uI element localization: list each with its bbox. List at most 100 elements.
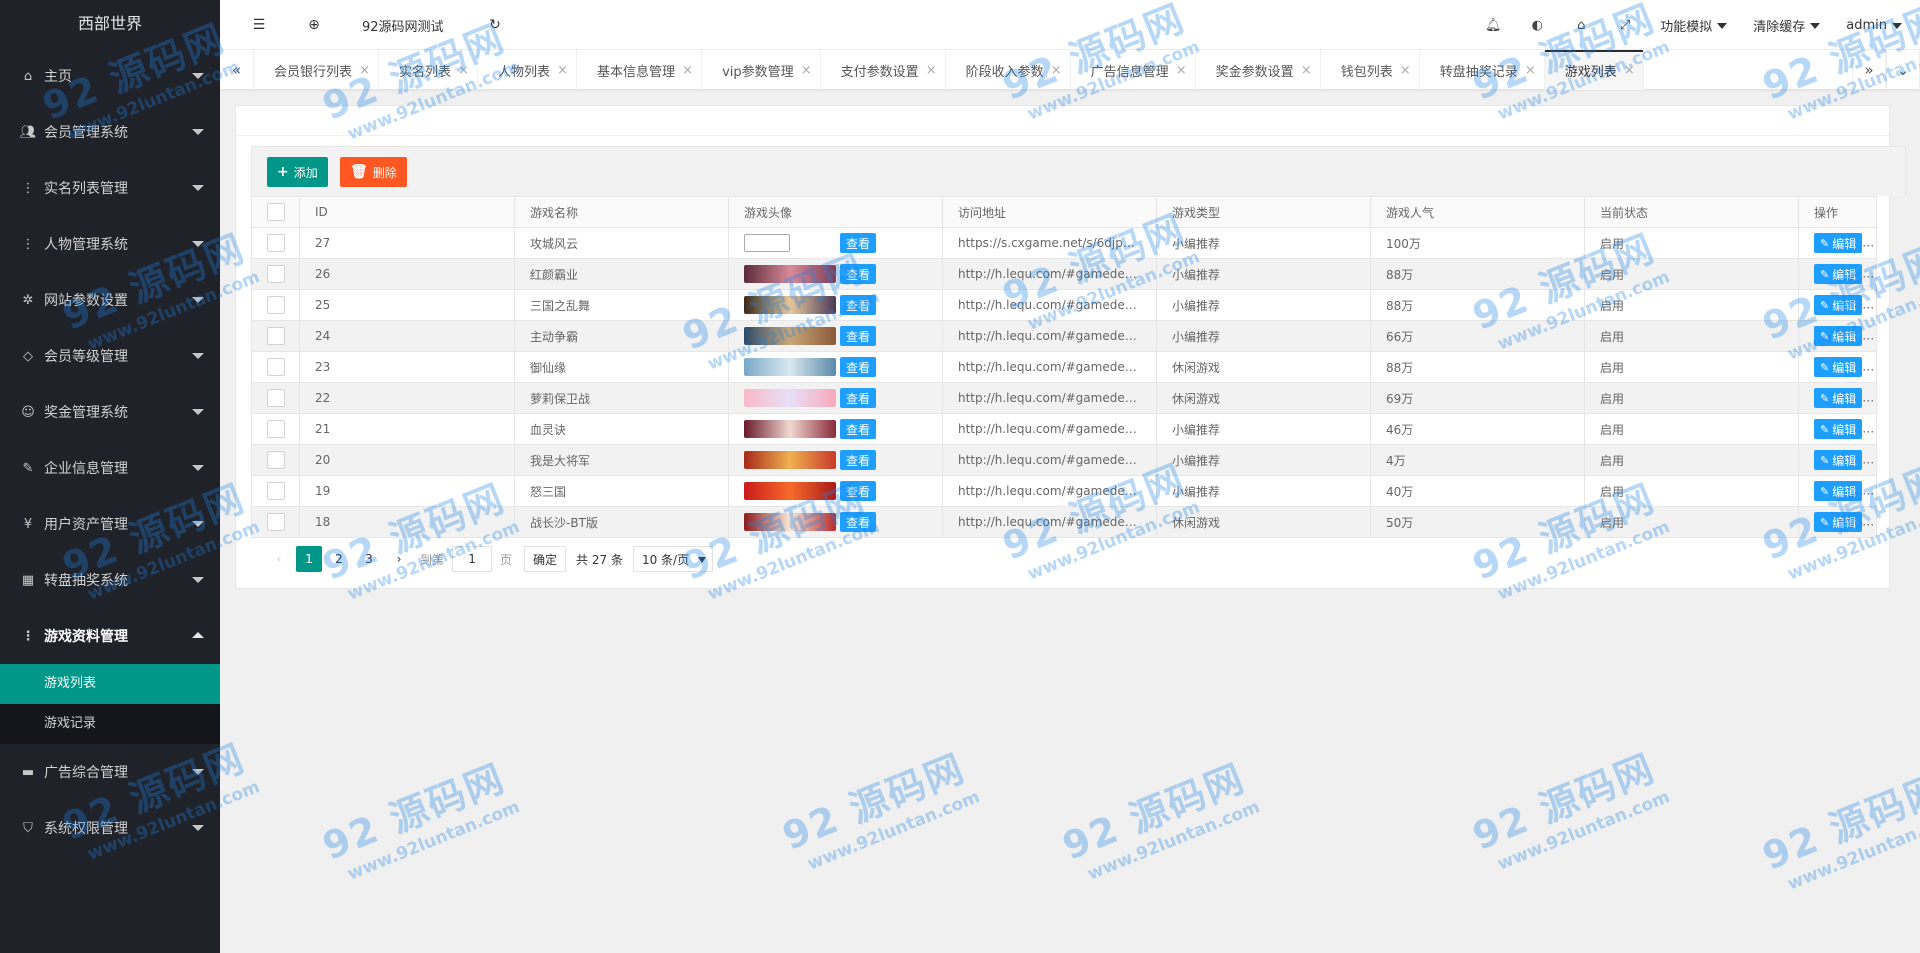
per-page-select[interactable]: 10 条/页 bbox=[632, 546, 713, 572]
edit-button[interactable]: ✎ 编辑 bbox=[1814, 295, 1863, 315]
sidebar-item[interactable]: ◇ 会员等级管理 bbox=[0, 328, 220, 384]
row-checkbox[interactable] bbox=[266, 234, 285, 252]
sidebar-item[interactable]: ✎ 企业信息管理 bbox=[0, 440, 220, 496]
tab-bar: « 会员银行列表 × 实名列表 × 人物列表 × 基本信息管理 × vip参数管理 × 支付参数设置… bbox=[220, 50, 1920, 90]
close-icon[interactable]: × bbox=[1176, 63, 1187, 78]
edit-button[interactable]: ✎ 编辑 bbox=[1814, 264, 1863, 284]
tab[interactable]: 广告信息管理 × bbox=[1071, 50, 1196, 90]
page-number[interactable]: 2 bbox=[326, 546, 352, 572]
sidebar-item[interactable]: 👥︎ 会员管理系统 bbox=[0, 104, 220, 160]
edit-button[interactable]: ✎ 编辑 bbox=[1814, 233, 1863, 253]
tab[interactable]: 基本信息管理 × bbox=[577, 50, 703, 90]
row-checkbox[interactable] bbox=[266, 296, 285, 314]
sidebar-subitem[interactable]: 游戏列表 bbox=[0, 664, 220, 704]
tab[interactable]: 会员银行列表 × bbox=[254, 50, 380, 90]
next-page-icon[interactable]: › bbox=[386, 546, 412, 572]
fullscreen-icon[interactable]: ⤢ bbox=[1616, 17, 1634, 35]
add-button[interactable]: + 添加 bbox=[267, 157, 328, 187]
row-select-cell bbox=[251, 227, 300, 259]
close-icon[interactable]: × bbox=[1525, 63, 1536, 78]
close-icon[interactable]: × bbox=[801, 63, 812, 78]
close-icon[interactable]: × bbox=[682, 63, 693, 78]
page-number[interactable]: 1 bbox=[296, 546, 322, 572]
close-icon[interactable]: × bbox=[458, 63, 469, 78]
row-checkbox[interactable] bbox=[266, 513, 285, 531]
menu-toggle-icon[interactable]: ☰ bbox=[250, 16, 268, 34]
row-checkbox[interactable] bbox=[266, 389, 285, 407]
sidebar-item[interactable]: ⌂ 主页 bbox=[0, 48, 220, 104]
tab[interactable]: 转盘抽奖记录 × bbox=[1420, 50, 1545, 90]
cell-url: http://h.lequ.com/#gamedetail_... bbox=[942, 289, 1157, 321]
sidebar-item[interactable]: ☺ 奖金管理系统 bbox=[0, 384, 220, 440]
edit-button[interactable]: ✎ 编辑 bbox=[1814, 481, 1863, 501]
tab[interactable]: 人物列表 × bbox=[478, 50, 578, 90]
function-menu[interactable]: 功能模拟 bbox=[1660, 16, 1728, 35]
tab[interactable]: 奖金参数设置 × bbox=[1196, 50, 1321, 90]
view-button[interactable]: 查看 bbox=[840, 295, 877, 315]
row-checkbox[interactable] bbox=[266, 482, 285, 500]
goto-page-input[interactable] bbox=[452, 546, 493, 572]
close-icon[interactable]: × bbox=[359, 63, 370, 78]
row-checkbox[interactable] bbox=[266, 358, 285, 376]
select-all-checkbox[interactable] bbox=[266, 203, 285, 221]
globe-icon[interactable]: ⊕ bbox=[305, 16, 323, 34]
delete-button[interactable]: 🗑︎ 删除 bbox=[340, 157, 407, 187]
user-menu[interactable]: admin bbox=[1846, 18, 1902, 33]
sidebar-item[interactable]: ¥ 用户资产管理 bbox=[0, 496, 220, 552]
goto-confirm-button[interactable]: 确定 bbox=[524, 546, 567, 572]
edit-button[interactable]: ✎ 编辑 bbox=[1814, 326, 1863, 346]
view-button[interactable]: 查看 bbox=[840, 233, 877, 253]
tag-icon[interactable]: ⌂ bbox=[1572, 17, 1590, 35]
edit-button[interactable]: ✎ 编辑 bbox=[1814, 419, 1863, 439]
edit-button-label: 编辑 bbox=[1832, 484, 1857, 499]
close-icon[interactable]: × bbox=[1051, 63, 1062, 78]
tabs-menu-icon[interactable]: ⌄ bbox=[1886, 50, 1920, 90]
sidebar-item[interactable]: ⋮ 实名列表管理 bbox=[0, 160, 220, 216]
view-button[interactable]: 查看 bbox=[840, 388, 877, 408]
edit-button[interactable]: ✎ 编辑 bbox=[1814, 512, 1863, 532]
site-title[interactable]: 92源码网测试 bbox=[362, 16, 444, 35]
view-button[interactable]: 查看 bbox=[840, 357, 877, 377]
tabs-scroll-left-icon[interactable]: « bbox=[220, 50, 254, 90]
sidebar-item[interactable]: ⛉ 系统权限管理 bbox=[0, 800, 220, 856]
sidebar-subitem[interactable]: 游戏记录 bbox=[0, 704, 220, 744]
view-button[interactable]: 查看 bbox=[840, 264, 877, 284]
row-checkbox[interactable] bbox=[266, 327, 285, 345]
tab[interactable]: 钱包列表 × bbox=[1321, 50, 1420, 90]
view-button[interactable]: 查看 bbox=[840, 419, 877, 439]
tabs-scroll-right-icon[interactable]: » bbox=[1852, 50, 1886, 90]
bell-icon[interactable]: 🔔︎ bbox=[1484, 17, 1502, 35]
close-icon[interactable]: × bbox=[557, 63, 568, 78]
tab[interactable]: 游戏列表 × bbox=[1544, 50, 1644, 90]
edit-button[interactable]: ✎ 编辑 bbox=[1814, 357, 1863, 377]
refresh-icon[interactable]: ↻ bbox=[486, 16, 504, 34]
tab[interactable]: vip参数管理 × bbox=[702, 50, 821, 90]
sidebar-item[interactable]: ⋮ 人物管理系统 bbox=[0, 216, 220, 272]
tab[interactable]: 实名列表 × bbox=[379, 50, 479, 90]
palette-icon[interactable]: ◐ bbox=[1528, 17, 1546, 35]
view-button[interactable]: 查看 bbox=[840, 450, 877, 470]
view-button[interactable]: 查看 bbox=[840, 481, 877, 501]
view-button[interactable]: 查看 bbox=[840, 326, 877, 346]
sidebar-item[interactable]: ⋮ 游戏资料管理 bbox=[0, 608, 220, 664]
page-number[interactable]: 3 bbox=[356, 546, 382, 572]
close-icon[interactable]: × bbox=[926, 63, 937, 78]
row-checkbox[interactable] bbox=[266, 451, 285, 469]
close-icon[interactable]: × bbox=[1400, 63, 1411, 78]
prev-page-icon[interactable]: ‹ bbox=[266, 546, 292, 572]
sidebar-item[interactable]: ✲ 网站参数设置 bbox=[0, 272, 220, 328]
view-button[interactable]: 查看 bbox=[840, 512, 877, 532]
row-checkbox[interactable] bbox=[266, 420, 285, 438]
sidebar-item[interactable]: ▬ 广告综合管理 bbox=[0, 744, 220, 800]
tab[interactable]: 支付参数设置 × bbox=[821, 50, 946, 90]
edit-button[interactable]: ✎ 编辑 bbox=[1814, 388, 1863, 408]
close-icon[interactable]: × bbox=[1301, 63, 1312, 78]
game-avatar-image bbox=[744, 513, 836, 531]
edit-button[interactable]: ✎ 编辑 bbox=[1814, 450, 1863, 470]
close-icon[interactable]: × bbox=[1624, 63, 1635, 78]
clear-cache-menu[interactable]: 清除缓存 bbox=[1753, 16, 1821, 35]
game-avatar-image bbox=[744, 358, 836, 376]
sidebar-item[interactable]: ▦ 转盘抽奖系统 bbox=[0, 552, 220, 608]
tab[interactable]: 阶段收入参数 × bbox=[946, 50, 1071, 90]
row-checkbox[interactable] bbox=[266, 265, 285, 283]
